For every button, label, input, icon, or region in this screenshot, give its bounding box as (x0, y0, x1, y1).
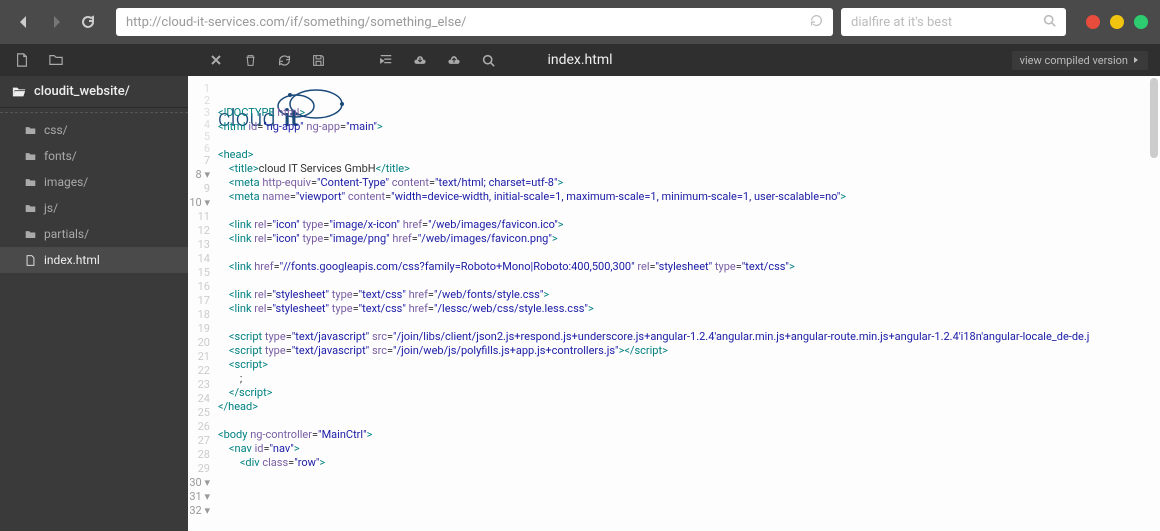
indent-icon[interactable] (376, 50, 396, 70)
sidebar-root-label: cloudit_website/ (34, 84, 130, 99)
code-line[interactable]: <link rel="icon" type="image/png" href="… (218, 232, 1160, 246)
save-icon[interactable] (308, 50, 328, 70)
code-line[interactable]: <link rel="icon" type="image/x-icon" hre… (218, 218, 1160, 232)
code-line[interactable] (218, 246, 1160, 260)
scrollbar[interactable] (1150, 78, 1158, 158)
titlebar (0, 0, 1160, 44)
sidebar-item-js[interactable]: js/ (0, 195, 188, 221)
code-line[interactable]: <head> (218, 148, 1160, 162)
folder-icon (24, 228, 36, 240)
code-line[interactable]: <!DOCTYPE html> (218, 106, 1160, 120)
folder-icon (24, 176, 36, 188)
code-line[interactable]: </head> (218, 400, 1160, 414)
url-input[interactable] (126, 15, 810, 30)
trash-icon[interactable] (240, 50, 260, 70)
sidebar-item-label: partials/ (44, 227, 89, 241)
back-button[interactable] (12, 10, 36, 34)
folder-icon (24, 124, 36, 136)
maximize-window-button[interactable] (1134, 15, 1148, 29)
new-file-icon[interactable] (12, 50, 32, 70)
code-line[interactable]: ; (218, 372, 1160, 386)
code-line[interactable] (218, 316, 1160, 330)
search-input[interactable] (851, 15, 1043, 30)
code-line[interactable] (218, 134, 1160, 148)
code-line[interactable]: <nav id="nav"> (218, 442, 1160, 456)
file-title: index.html (547, 52, 612, 68)
code-line[interactable]: <script type="text/javascript" src="/joi… (218, 344, 1160, 358)
sidebar-root-folder[interactable]: cloudit_website/ (0, 76, 188, 108)
open-folder-icon[interactable] (46, 50, 66, 70)
code-line[interactable]: <link rel="stylesheet" type="text/css" h… (218, 302, 1160, 316)
code-line[interactable] (218, 204, 1160, 218)
url-bar[interactable] (116, 8, 833, 36)
sidebar-item-label: index.html (44, 253, 100, 267)
search-icon[interactable] (1043, 14, 1056, 31)
code-line[interactable] (218, 414, 1160, 428)
code-line[interactable]: <div class="row"> (218, 456, 1160, 470)
code-editor[interactable]: 1234562345678 ▾910 ▾11121314151617181920… (188, 76, 1160, 531)
close-window-button[interactable] (1086, 15, 1100, 29)
code-line[interactable]: <meta name="viewport" content="width=dev… (218, 190, 1160, 204)
sidebar-item-css[interactable]: css/ (0, 117, 188, 143)
line-gutter: 1234562345678 ▾910 ▾11121314151617181920… (188, 76, 218, 531)
refresh-editor-icon[interactable] (274, 50, 294, 70)
code-line[interactable]: <html id="ng-app" ng-app="main"> (218, 120, 1160, 134)
cloud-upload-icon[interactable] (444, 50, 464, 70)
code-line[interactable]: <link rel="stylesheet" type="text/css" h… (218, 288, 1160, 302)
file-icon (24, 254, 36, 266)
refresh-icon[interactable] (810, 14, 823, 31)
sidebar-item-label: images/ (44, 175, 88, 189)
sidebar-item-images[interactable]: images/ (0, 169, 188, 195)
sidebar-item-indexhtml[interactable]: index.html (0, 247, 188, 273)
code-line[interactable]: <meta http-equiv="Content-Type" content=… (218, 176, 1160, 190)
code-line[interactable]: cloud it (218, 86, 1160, 100)
folder-open-icon (12, 85, 26, 99)
code-area[interactable]: cloud it <!DOCTYPE html><html id="ng-app… (218, 76, 1160, 531)
sidebar-item-partials[interactable]: partials/ (0, 221, 188, 247)
sidebar-item-label: js/ (44, 201, 58, 215)
code-line[interactable] (218, 274, 1160, 288)
code-line[interactable]: <link href="//fonts.googleapis.com/css?f… (218, 260, 1160, 274)
close-icon[interactable] (206, 50, 226, 70)
sidebar-item-label: fonts/ (44, 149, 77, 163)
folder-icon (24, 150, 36, 162)
view-compiled-button[interactable]: view compiled version (1012, 51, 1148, 70)
window-controls (1086, 15, 1148, 29)
sidebar-item-label: css/ (44, 123, 68, 137)
sidebar-item-fonts[interactable]: fonts/ (0, 143, 188, 169)
minimize-window-button[interactable] (1110, 15, 1124, 29)
search-editor-icon[interactable] (478, 50, 498, 70)
code-line[interactable]: <title>cloud IT Services GmbH</title> (218, 162, 1160, 176)
code-line[interactable]: <body ng-controller="MainCtrl"> (218, 428, 1160, 442)
code-line[interactable]: </script> (218, 386, 1160, 400)
code-line[interactable]: <script type="text/javascript" src="/joi… (218, 330, 1160, 344)
search-bar[interactable] (841, 8, 1066, 36)
folder-icon (24, 202, 36, 214)
reload-button[interactable] (76, 10, 100, 34)
code-line[interactable]: <script> (218, 358, 1160, 372)
editor-toolbar: index.html view compiled version (0, 44, 1160, 76)
file-tree-sidebar: cloudit_website/ css/fonts/images/js/par… (0, 76, 188, 531)
cloud-download-icon[interactable] (410, 50, 430, 70)
forward-button[interactable] (44, 10, 68, 34)
